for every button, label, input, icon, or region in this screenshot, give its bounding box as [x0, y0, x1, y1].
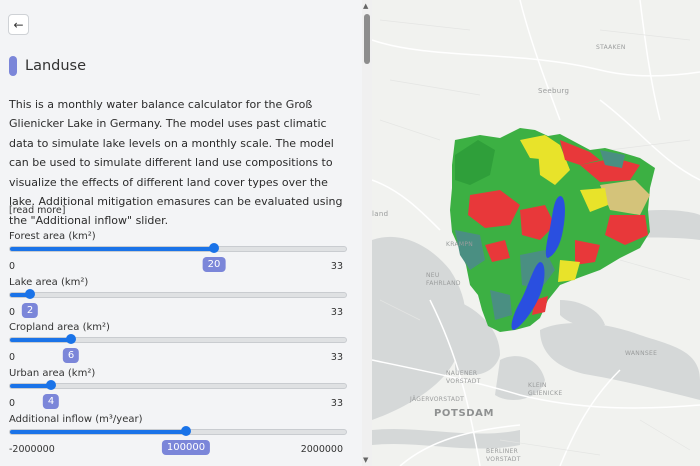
slider-fill — [10, 384, 51, 388]
slider-min: 0 — [9, 352, 16, 363]
slider-fill — [10, 430, 186, 434]
slider-max: 33 — [330, 352, 343, 363]
map-label-klein-glienicke: KLEIN GLIENICKE — [528, 382, 563, 397]
map-label-neu-fahrland: NEU FAHRLAND — [426, 272, 461, 287]
panel-scrollbar[interactable]: ▲ ▼ — [362, 0, 372, 466]
scrollbar-thumb[interactable] — [364, 14, 370, 64]
scroll-up-arrow-icon[interactable]: ▲ — [363, 2, 368, 10]
slider-thumb[interactable] — [46, 380, 56, 390]
slider-max: 33 — [330, 398, 343, 409]
map-label-kramp: KRAMPN — [446, 241, 474, 248]
section-title: Landuse — [25, 58, 87, 74]
scroll-down-arrow-icon[interactable]: ▼ — [363, 456, 368, 464]
slider-thumb[interactable] — [25, 289, 35, 299]
slider-track[interactable] — [9, 380, 347, 390]
slider-max: 33 — [330, 261, 343, 272]
read-more-link[interactable]: [read more] — [9, 205, 65, 216]
map-label-land: land — [372, 210, 389, 218]
section-header: Landuse — [9, 56, 86, 76]
slider-value-badge: 20 — [202, 257, 226, 272]
slider-label: Cropland area (km²) — [9, 322, 110, 333]
slider-min: -2000000 — [9, 444, 55, 455]
side-panel: ← Landuse This is a monthly water balanc… — [0, 0, 362, 466]
map-label-staaken: STAAKEN — [596, 44, 626, 51]
slider-label: Additional inflow (m³/year) — [9, 414, 143, 425]
slider-track[interactable] — [9, 289, 347, 299]
section-color-marker — [9, 56, 17, 76]
slider-thumb[interactable] — [181, 426, 191, 436]
slider-track[interactable] — [9, 243, 347, 253]
map-label-berliner-vorstadt: BERLINER VORSTADT — [486, 448, 521, 463]
slider-fill — [10, 338, 71, 342]
arrow-left-icon: ← — [13, 17, 24, 32]
slider-label: Lake area (km²) — [9, 277, 89, 288]
slider-label: Forest area (km²) — [9, 231, 96, 242]
slider-min: 0 — [9, 261, 16, 272]
slider-max: 33 — [330, 307, 343, 318]
slider-value-badge: 2 — [21, 303, 39, 318]
slider-min: 0 — [9, 398, 16, 409]
slider-value-badge: 4 — [42, 394, 60, 409]
slider-label: Urban area (km²) — [9, 368, 96, 379]
map-label-wannsee: WANNSEE — [625, 350, 658, 357]
slider-track[interactable] — [9, 426, 347, 436]
map-label-jaegervorstadt: JÄGERVORSTADT — [410, 396, 465, 403]
slider-max: 2000000 — [300, 444, 343, 455]
slider-track[interactable] — [9, 334, 347, 344]
slider-min: 0 — [9, 307, 16, 318]
map-label-potsdam: POTSDAM — [434, 408, 495, 419]
slider-thumb[interactable] — [66, 334, 76, 344]
slider-fill — [10, 247, 214, 251]
map-label-seeburg: Seeburg — [538, 87, 570, 95]
slider-value-badge: 6 — [62, 348, 80, 363]
back-button[interactable]: ← — [8, 14, 29, 35]
slider-value-badge: 100000 — [161, 440, 211, 455]
slider-thumb[interactable] — [209, 243, 219, 253]
map-label-nauener-vorstadt: NAUENER VORSTADT — [446, 370, 481, 385]
